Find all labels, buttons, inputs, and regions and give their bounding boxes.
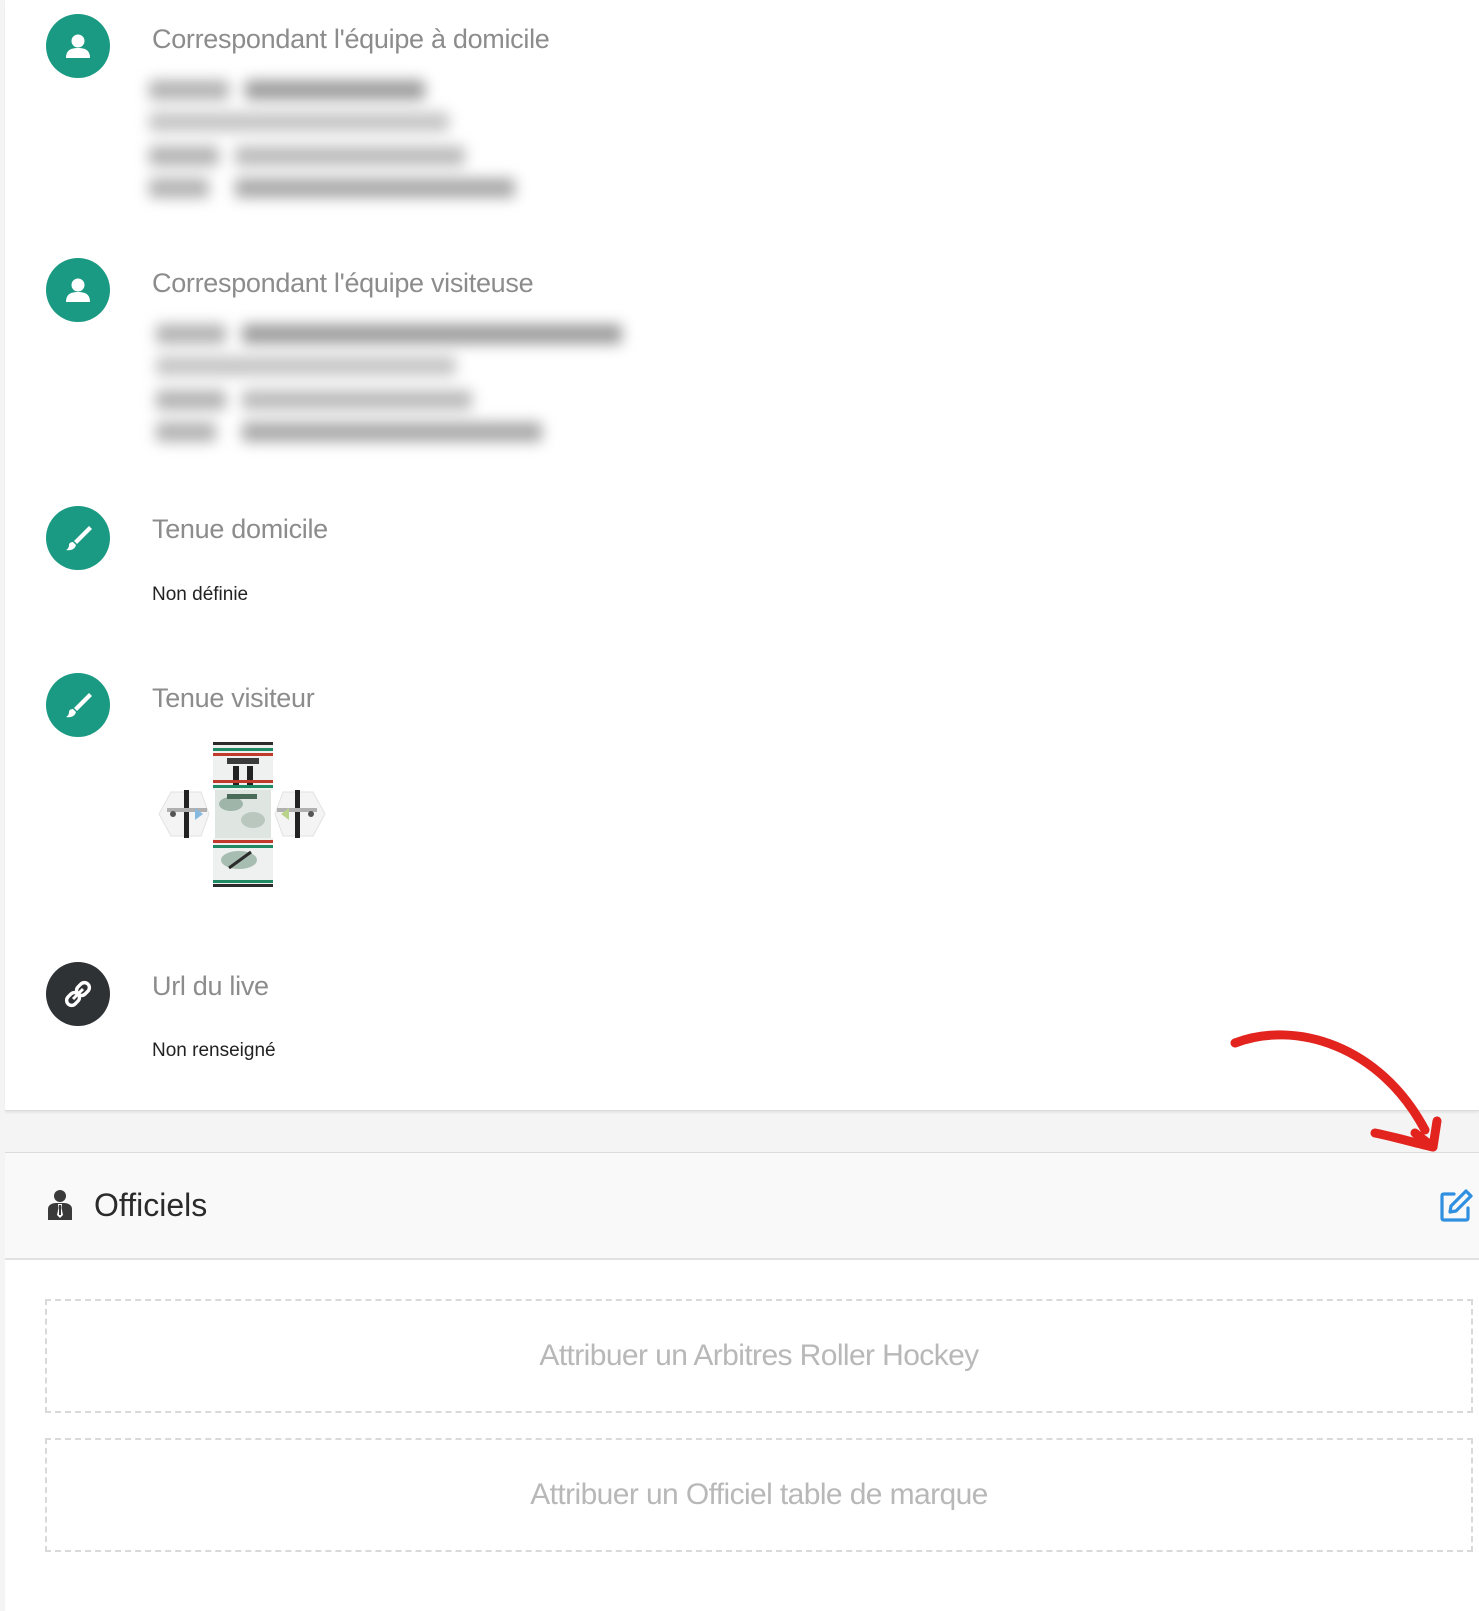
assign-referee-button[interactable]: Attribuer un Arbitres Roller Hockey — [45, 1299, 1473, 1413]
officials-icon — [48, 1190, 72, 1220]
user-icon — [46, 258, 110, 322]
live-url-title: Url du live — [152, 971, 269, 1001]
officials-header: Officiels — [5, 1153, 1479, 1260]
home-kit-title: Tenue domicile — [152, 514, 328, 544]
officials-title: Officiels — [94, 1187, 208, 1223]
edit-icon[interactable] — [1438, 1188, 1474, 1224]
officials-card: Officiels Attribuer un Arbitres Roller H… — [5, 1152, 1479, 1611]
match-details-card: Correspondant l'équipe à domicile Corres… — [5, 0, 1479, 1111]
away-contact-title: Correspondant l'équipe visiteuse — [152, 268, 534, 298]
live-url-value: Non renseigné — [152, 1040, 276, 1061]
link-icon — [46, 962, 110, 1026]
away-kit-jersey-image — [158, 742, 326, 887]
away-contact-redacted — [142, 316, 642, 456]
assign-table-official-button[interactable]: Attribuer un Officiel table de marque — [45, 1438, 1473, 1552]
page: Correspondant l'équipe à domicile Corres… — [0, 0, 1479, 1611]
away-kit-title: Tenue visiteur — [152, 683, 315, 713]
home-contact-redacted — [135, 72, 535, 212]
brush-icon — [46, 673, 110, 737]
brush-icon — [46, 506, 110, 570]
home-contact-title: Correspondant l'équipe à domicile — [152, 24, 550, 54]
user-icon — [46, 14, 110, 78]
home-kit-value: Non définie — [152, 584, 249, 605]
